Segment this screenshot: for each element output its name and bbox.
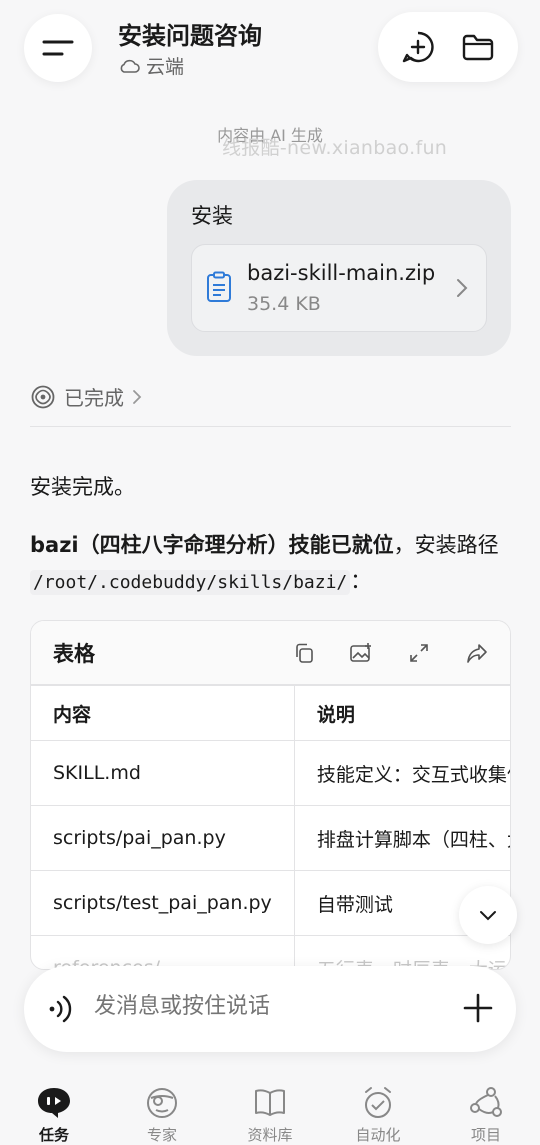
table-row: scripts/pai_pan.py 排盘计算脚本（四柱、大运 [31, 805, 510, 871]
table-cell: SKILL.md [31, 740, 295, 806]
user-message-bubble: 安装 bazi-skill-main.zip 35.4 KB [167, 180, 511, 356]
tab-automation[interactable]: 自动化 [324, 1078, 432, 1145]
table-header-row: 内容 说明 [31, 685, 510, 741]
page-title: 安装问题咨询 [118, 22, 262, 50]
tab-label: 任务 [38, 1126, 69, 1144]
response-paragraph: bazi（四柱八字命理分析）技能已就位，安装路径 /root/.codebudd… [30, 527, 514, 601]
location-label: 云端 [146, 56, 185, 78]
task-icon [34, 1084, 74, 1121]
chevron-right-icon [457, 279, 468, 297]
response-tail: ： [350, 569, 372, 593]
bottom-tab-bar: 任务 专家 资料库 自动化 项目 [0, 1078, 540, 1145]
table-title: 表格 [53, 642, 95, 666]
menu-button[interactable] [24, 14, 92, 82]
image-icon [350, 643, 371, 662]
folder-icon [462, 34, 494, 61]
column-header: 说明 [293, 685, 510, 741]
header: 安装问题咨询 云端 [0, 0, 540, 100]
tab-label: 专家 [146, 1126, 177, 1144]
copy-button[interactable] [289, 638, 319, 668]
user-message-text: 安装 [191, 204, 233, 228]
file-attachment[interactable]: bazi-skill-main.zip 35.4 KB [191, 244, 487, 332]
table-row: scripts/test_pai_pan.py 自带测试 [31, 870, 510, 936]
tab-expert[interactable]: 专家 [108, 1078, 216, 1145]
library-icon [250, 1084, 290, 1121]
table-cell: 排盘计算脚本（四柱、大运 [293, 805, 510, 871]
table-cell: references/ [31, 935, 295, 969]
response-line: 安装完成。 [30, 475, 135, 499]
data-table: 内容 说明 SKILL.md 技能定义：交互式收集信息 scripts/pai_… [31, 685, 510, 969]
files-button[interactable] [453, 22, 503, 72]
new-chat-icon [402, 31, 434, 63]
plus-icon[interactable] [462, 992, 494, 1024]
table-header: 表格 [31, 621, 510, 685]
location-indicator: 云端 [118, 52, 184, 79]
new-chat-button[interactable] [393, 22, 443, 72]
tab-task[interactable]: 任务 [0, 1078, 108, 1145]
tab-project[interactable]: 项目 [432, 1078, 540, 1145]
scroll-to-bottom-button[interactable] [459, 886, 517, 944]
file-name: bazi-skill-main.zip [247, 261, 436, 285]
message-composer [24, 966, 516, 1052]
tab-label: 项目 [470, 1126, 501, 1144]
table-row: SKILL.md 技能定义：交互式收集信息 [31, 740, 510, 806]
install-path: /root/.codebuddy/skills/bazi/ [30, 570, 351, 595]
table-card: 表格 内容 说明 SKILL.md 技能定义：交互式收集 scripts/pai… [30, 620, 511, 970]
expand-button[interactable] [404, 638, 434, 668]
document-icon [207, 271, 231, 302]
response-bold: bazi（四柱八字命理分析）技能已就位 [30, 533, 394, 557]
header-actions [378, 12, 518, 82]
expand-icon [410, 644, 428, 662]
status-label: 已完成 [64, 386, 124, 410]
share-icon [467, 644, 487, 663]
table-cell: 技能定义：交互式收集信息 [293, 740, 510, 806]
divider [30, 426, 511, 427]
share-button[interactable] [462, 638, 492, 668]
message-input[interactable] [94, 994, 434, 1019]
watermark: 线报酷-new.xianbao.fun [222, 137, 448, 159]
chevron-down-icon [480, 911, 496, 921]
tab-label: 自动化 [355, 1126, 401, 1144]
copy-icon [296, 643, 313, 663]
column-header: 内容 [31, 685, 295, 741]
save-image-button[interactable] [346, 638, 376, 668]
voice-icon[interactable] [46, 993, 76, 1025]
ai-logo-icon [31, 385, 55, 408]
response-mid: ，安装路径 [393, 533, 499, 557]
table-cell: scripts/pai_pan.py [31, 805, 295, 871]
table-row: references/ 五行表、时辰表、大运规则 [31, 935, 510, 969]
expert-icon [142, 1084, 182, 1121]
cloud-icon [120, 59, 140, 73]
task-status[interactable]: 已完成 [30, 382, 142, 411]
tab-library[interactable]: 资料库 [216, 1078, 324, 1145]
automation-icon [358, 1084, 398, 1121]
menu-icon [42, 40, 74, 56]
chevron-right-icon [133, 389, 142, 404]
project-icon [466, 1084, 506, 1121]
tab-label: 资料库 [247, 1126, 293, 1144]
file-size: 35.4 KB [247, 293, 321, 315]
table-cell: scripts/test_pai_pan.py [31, 870, 295, 936]
